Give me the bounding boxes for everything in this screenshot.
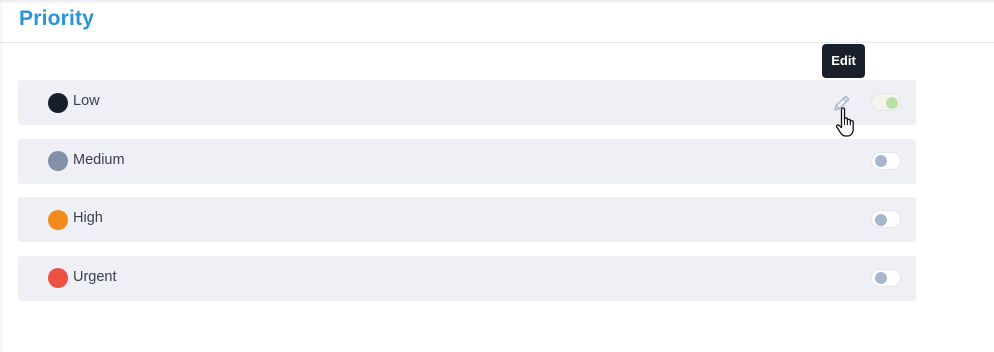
priority-color-dot: [48, 151, 68, 171]
toggle-knob: [875, 272, 887, 284]
priority-toggle[interactable]: [871, 268, 901, 287]
priority-row-medium[interactable]: Medium: [18, 138, 916, 184]
page-title: Priority: [19, 7, 95, 30]
hand-pointer-cursor-icon: [834, 106, 860, 140]
priority-settings-page: Priority Low Medium High Urgent Edit: [0, 0, 994, 352]
page-header: Priority: [0, 0, 994, 43]
toggle-knob: [886, 96, 898, 109]
toggle-knob: [875, 213, 887, 226]
priority-row-high[interactable]: High: [18, 197, 916, 242]
priority-color-dot: [48, 92, 68, 113]
priority-row-low[interactable]: Low: [18, 80, 916, 125]
priority-list: Low Medium High Urgent: [18, 80, 916, 314]
priority-toggle[interactable]: [871, 151, 901, 170]
priority-label: Urgent: [73, 268, 117, 285]
priority-row-urgent[interactable]: Urgent: [18, 255, 916, 301]
priority-toggle[interactable]: [871, 210, 901, 228]
hand-pointer-cursor-graphic: [835, 107, 854, 137]
priority-label: Low: [73, 93, 100, 109]
priority-toggle[interactable]: [871, 93, 901, 111]
toggle-knob: [875, 155, 887, 167]
priority-color-dot: [48, 268, 68, 288]
edit-tooltip: Edit: [822, 44, 865, 78]
priority-color-dot: [48, 209, 68, 230]
priority-label: High: [73, 210, 103, 226]
priority-label: Medium: [73, 151, 125, 168]
